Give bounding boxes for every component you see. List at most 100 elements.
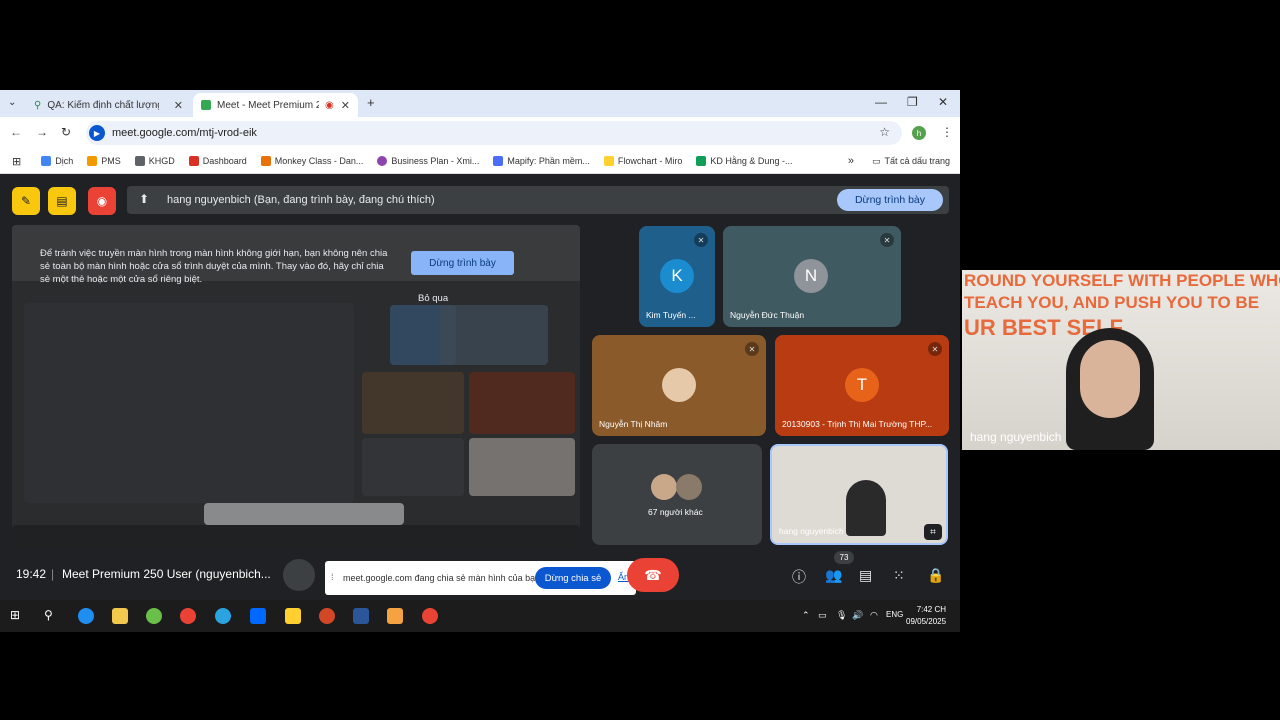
bookmark-item[interactable]: Monkey Class - Dan... [260,156,363,166]
stop-sharing-button[interactable]: Dừng chia sẻ [535,567,611,589]
participant-name: Nguyễn Thị Nhâm [599,419,668,429]
sticky-notes-icon[interactable] [285,608,301,624]
bookmark-label: Flowchart - Miro [617,156,683,166]
more-bookmarks-icon[interactable]: » [848,155,854,167]
info-icon[interactable]: ⓘ [792,567,806,587]
audio-icon[interactable] [283,559,315,591]
tab-favicon-icon: ⚲ [34,99,42,111]
bookmark-icon [87,156,98,166]
warning-stop-button[interactable]: Dừng trình bày [411,251,514,275]
avatar [662,368,696,402]
recording-icon: ◉ [325,99,334,111]
host-controls-icon[interactable]: 🔒 [927,567,944,584]
bookmark-item[interactable]: Flowchart - Miro [603,156,683,166]
file-explorer-icon[interactable] [112,608,128,624]
telegram-icon[interactable] [215,608,231,624]
self-view-tile[interactable]: hang nguyenbich ⌗ [770,444,948,545]
presenting-bar: ⬆ hang nguyenbich (Bạn, đang trình bày, … [127,186,949,214]
annotate-icon[interactable]: ✎ [12,187,40,215]
tab-search-icon[interactable]: ⌄ [8,97,16,108]
site-info-icon[interactable]: ▶ [89,125,105,141]
end-call-button[interactable]: ☎ [627,558,679,592]
close-icon[interactable]: ✕ [174,99,183,112]
drag-handle-icon[interactable]: ⁞ [331,572,334,582]
app-icon[interactable] [146,608,162,624]
presenting-text: hang nguyenbich (Bạn, đang trình bày, đa… [167,194,435,206]
mic-icon[interactable]: 🎙 [836,610,847,621]
participant-tile[interactable]: ✕ K Kim Tuyến ... [639,226,715,327]
mirror-tile [469,438,575,496]
language-indicator[interactable]: ENG [886,610,903,619]
participant-tile[interactable]: ✕ Nguyễn Thị Nhâm [592,335,766,436]
bookmark-item[interactable]: Business Plan - Xmi... [377,156,479,166]
skip-button[interactable]: Bỏ qua [418,293,448,304]
bookmark-item[interactable]: Mapify: Phần mềm... [493,156,590,166]
chrome-icon[interactable] [422,608,438,624]
avatar [651,474,677,500]
all-bookmarks-label: Tất cả dấu trang [884,156,950,166]
profile-avatar[interactable]: h [912,126,926,140]
participant-tile[interactable]: ✕ N Nguyễn Đức Thuận [723,226,901,327]
mic-off-icon: ✕ [745,342,759,356]
stop-presenting-button[interactable]: Dừng trình bày [837,189,943,211]
edge-icon[interactable] [78,608,94,624]
omnibox[interactable]: ▶ meet.google.com/mtj-vrod-eik ☆ [86,121,902,145]
tab-meet[interactable]: Meet - Meet Premium 250 ◉ ✕ [193,93,358,117]
bookmark-icon [188,156,199,166]
bookmark-label: PMS [101,156,121,166]
pointer-icon[interactable]: ▤ [48,187,76,215]
bookmark-icon [41,156,52,166]
bookmark-item[interactable]: PMS [87,156,121,166]
bookmark-icon [260,156,271,166]
forward-icon[interactable]: → [36,125,48,139]
address-bar-row: ← → ↻ ▶ meet.google.com/mtj-vrod-eik ☆ h… [0,117,960,149]
restore-icon[interactable]: ❐ [907,95,918,109]
bookmark-star-icon[interactable]: ☆ [879,125,890,139]
powerpoint-icon[interactable] [319,608,335,624]
bookmark-label: KHGD [148,156,175,166]
bookmark-item[interactable]: Dịch [41,156,73,166]
bookmark-label: KD Hằng & Dung -... [710,156,793,166]
menu-icon[interactable]: ⋮ [941,125,953,139]
all-bookmarks[interactable]: ▭ Tất cả dấu trang [872,156,950,167]
close-icon[interactable]: ✕ [341,99,350,112]
crop-icon[interactable]: ⌗ [924,524,942,540]
bookmark-item[interactable]: Dashboard [188,156,247,166]
minimize-icon[interactable]: — [875,95,887,109]
reload-icon[interactable]: ↻ [61,125,71,139]
tray-chevron-icon[interactable]: ⌃ [802,610,810,621]
system-clock[interactable]: 7:42 CH 09/05/2025 [906,604,946,628]
battery-icon[interactable]: ▭ [818,610,827,621]
wifi-icon[interactable]: ◠ [870,610,878,621]
mic-off-icon: ✕ [928,342,942,356]
apps-grid-icon[interactable]: ⊞ [12,155,21,168]
self-video [846,480,886,536]
word-icon[interactable] [353,608,369,624]
zalo-icon[interactable] [250,608,266,624]
record-icon[interactable]: ◉ [88,187,116,215]
chrome-icon[interactable] [180,608,196,624]
chat-icon[interactable]: ▤ [859,567,872,584]
camera-overlay: ROUND YOURSELF WITH PEOPLE WHO C TEACH Y… [962,270,1280,450]
windows-start-icon[interactable]: ⊞ [10,608,20,622]
camera-name: hang nguyenbich [970,430,1062,444]
participant-tile[interactable]: ✕ T 20130903 - Trịnh Thị Mai Trường THP.… [775,335,949,436]
new-tab-icon[interactable]: + [367,95,375,110]
present-screen-icon: ⬆ [139,192,150,206]
banner-line: ROUND YOURSELF WITH PEOPLE WHO C [964,271,1280,290]
people-count-badge: 73 [834,551,854,564]
tab-label: QA: Kiểm định chất lượng giáo [47,99,159,111]
bookmark-item[interactable]: KHGD [134,156,175,166]
activities-icon[interactable]: ⁙ [893,567,905,584]
volume-icon[interactable]: 🔊 [852,610,863,621]
bookmark-icon [377,156,388,166]
tab-qa[interactable]: ⚲ QA: Kiểm định chất lượng giáo ✕ [26,93,191,117]
window-close-icon[interactable]: ✕ [938,95,948,109]
others-tile[interactable]: 67 người khác [592,444,762,545]
bookmark-icon [696,156,707,166]
back-icon[interactable]: ← [10,125,22,139]
people-icon[interactable]: 👥 [825,567,842,584]
app-icon[interactable] [387,608,403,624]
bookmark-item[interactable]: KD Hằng & Dung -... [696,156,792,166]
search-icon[interactable]: ⚲ [44,608,53,622]
